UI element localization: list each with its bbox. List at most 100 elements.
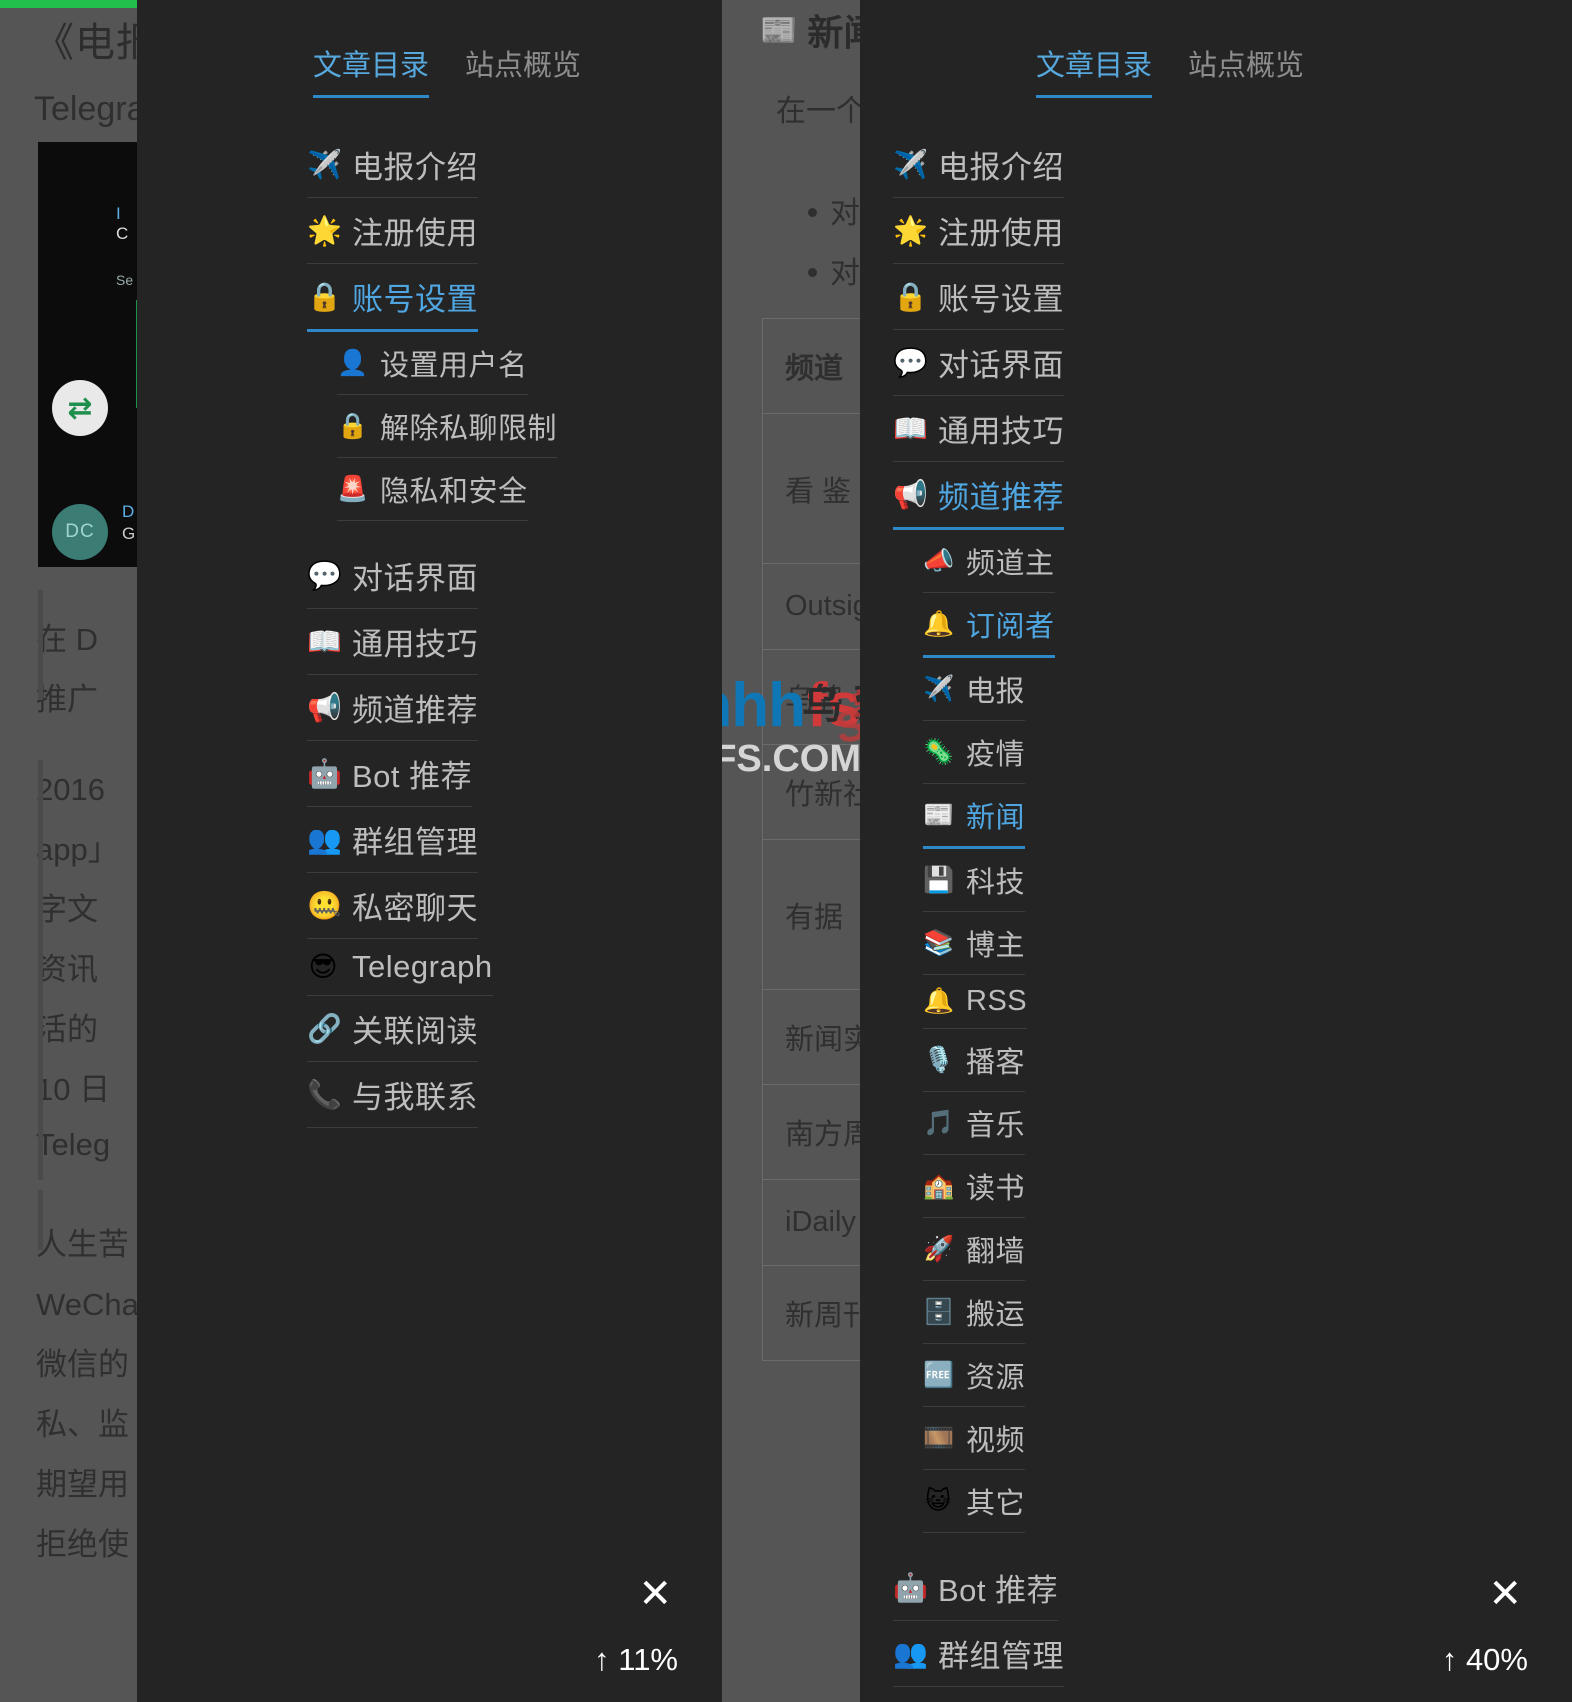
airplane-icon: ✈️ [307,148,342,180]
toc-item-glowing-star-icon[interactable]: 🌟 注册使用 [893,202,1064,264]
background-table-cell: 新闻实 [762,989,872,1085]
toc-item-free-button-icon[interactable]: 🆓 资源 [923,1348,1026,1407]
toc-item-rocket-icon[interactable]: 🚀 翻墙 [923,1222,1026,1281]
background-table-row: 新周刊 [762,1265,872,1361]
toc-item-label: 群组管理 [938,1639,1064,1674]
close-icon[interactable]: ✕ [1482,1570,1528,1618]
toc-item-grinning-cat-icon[interactable]: 😺 其它 [923,1474,1026,1533]
rocket-icon: 🚀 [923,1234,955,1263]
loudspeaker-icon: 📢 [307,691,342,723]
toc-item-label: 订阅者 [966,611,1055,643]
toc-item-busts-in-silhouette-icon[interactable]: 👥 群组管理 [307,811,478,873]
toc-item-airplane-icon[interactable]: ✈️ 电报介绍 [893,136,1064,198]
toc-item-bust-in-silhouette-icon[interactable]: 👤 设置用户名 [337,336,528,395]
toc-item-open-book-icon[interactable]: 📖 通用技巧 [893,400,1064,462]
toc-item-label: Telegraph [352,949,493,984]
toc-item-open-book-icon[interactable]: 📖 通用技巧 [307,613,478,675]
speech-balloon-icon: 💬 [307,559,342,591]
scroll-percent-left[interactable]: ↑ 11% [594,1642,678,1678]
microbe-icon: 🦠 [923,737,955,766]
toc-item-zipper-mouth-face-icon[interactable]: 🤐私密聊天 [893,1691,1064,1702]
toc-item-sunglasses-face-icon[interactable]: 😎 Telegraph [307,943,493,996]
toc-tab-1[interactable]: 站点概览 [1188,42,1304,98]
toc-item-link-icon[interactable]: 🔗 关联阅读 [307,1000,478,1062]
bust-in-silhouette-icon: 👤 [337,348,369,377]
toc-item-label: 私密聊天 [938,1697,1064,1702]
toc-tab-1[interactable]: 站点概览 [465,42,581,98]
toc-item-police-light-icon[interactable]: 🚨 隐私和安全 [337,462,528,521]
toc-item-robot-icon[interactable]: 🤖 Bot 推荐 [307,745,473,807]
toc-tab-0[interactable]: 文章目录 [1036,42,1153,98]
toc-item-newspaper-icon[interactable]: 📰 新闻 [923,788,1026,849]
toc-item-bell-icon[interactable]: 🔔 订阅者 [923,597,1055,658]
toc-item-microbe-icon[interactable]: 🦠 疫情 [923,725,1026,784]
toc-item-studio-microphone-icon[interactable]: 🎙️ 播客 [923,1033,1026,1092]
background-text-line: 期望用 [36,1467,129,1502]
background-blockquote-rule [38,1190,43,1250]
background-blockquote-rule [38,590,43,700]
background-text-line: 10 日 [36,1072,111,1107]
toc-item-speech-balloon-icon[interactable]: 💬 对话界面 [893,334,1064,396]
background-text-line: 微信的 [36,1347,129,1382]
embedded-avatar-icon: ⇄ [52,380,108,436]
toc-item-lock-icon[interactable]: 🔒 账号设置 [893,268,1064,330]
toc-item-lock-icon[interactable]: 🔒 账号设置 [307,268,478,332]
background-bullet [808,268,817,277]
background-table-row: iDaily [762,1179,872,1266]
toc-item-label: 群组管理 [352,825,478,860]
toc-item-label: 关联阅读 [352,1014,478,1049]
toc-item-floppy-disk-icon[interactable]: 💾 科技 [923,853,1026,912]
toc-item-glowing-star-icon[interactable]: 🌟 注册使用 [307,202,478,264]
toc-item-label: 频道主 [966,548,1055,580]
toc-item-lock-icon[interactable]: 🔒 解除私聊限制 [337,399,558,458]
toc-item-speech-balloon-icon[interactable]: 💬 对话界面 [307,547,478,609]
toc-item-film-frames-icon[interactable]: 🎞️ 视频 [923,1411,1026,1470]
toc-item-label: 其它 [966,1488,1026,1520]
toc-footer-left: ✕ ↑ 11% [594,1570,722,1702]
toc-item-file-cabinet-icon[interactable]: 🗄️ 搬运 [923,1285,1026,1344]
background-text-line: 资讯 [36,952,98,987]
background-text-line: WeCha [36,1287,139,1322]
toc-item-musical-note-icon[interactable]: 🎵 音乐 [923,1096,1026,1155]
toc-item-label: 通用技巧 [352,627,478,662]
toc-item-school-icon[interactable]: 🏫 读书 [923,1159,1026,1218]
zipper-mouth-face-icon: 🤐 [307,889,342,921]
background-text-line: 活的 [36,1012,98,1047]
toc-item-label: 疫情 [966,739,1026,771]
background-text-line: 在 D [36,622,98,657]
airplane-icon: ✈️ [923,674,955,703]
toc-item-label: 通用技巧 [938,414,1064,449]
toc-item-label: 电报介绍 [938,150,1064,185]
scroll-percent-right[interactable]: ↑ 40% [1442,1642,1528,1678]
toc-item-label: 注册使用 [938,216,1064,251]
background-text-line: 字文 [36,892,98,927]
toc-item-zipper-mouth-face-icon[interactable]: 🤐私密聊天 [307,877,478,939]
toc-item-bell-icon[interactable]: 🔔 RSS [923,979,1028,1029]
toc-item-megaphone-icon[interactable]: 📣 频道主 [923,534,1055,593]
background-table-row: 乌鸦 [762,649,872,745]
toc-item-loudspeaker-icon[interactable]: 📢 频道推荐 [893,466,1064,530]
toc-item-loudspeaker-icon[interactable]: 📢 频道推荐 [307,679,478,741]
toc-item-airplane-icon[interactable]: ✈️ 电报介绍 [307,136,478,198]
background-text-line: app」 [36,832,119,867]
toc-item-robot-icon[interactable]: 🤖 Bot 推荐 [893,1559,1059,1621]
screenshot-root: 《电报 Telegra I C Se ⇄ DC D G 在 D 推广 2016 app… [0,0,1572,1702]
toc-item-label: 隐私和安全 [380,476,528,508]
bell-icon: 🔔 [923,987,955,1015]
loudspeaker-icon: 📢 [893,478,928,510]
toc-group-separator [307,525,722,547]
toc-item-telephone-receiver-icon[interactable]: 📞 与我联系 [307,1066,478,1128]
school-icon: 🏫 [923,1171,955,1200]
lock-icon: 🔒 [893,280,928,312]
background-text-line: 推广 [36,682,98,717]
books-icon: 📚 [923,928,955,957]
background-table-cell: 有据 [762,839,872,990]
toc-item-books-icon[interactable]: 📚 博主 [923,916,1026,975]
airplane-icon: ✈️ [893,148,928,180]
toc-item-airplane-icon[interactable]: ✈️ 电报 [923,662,1026,721]
toc-tab-0[interactable]: 文章目录 [313,42,430,98]
embedded-title-line2: C [116,224,129,243]
toc-item-busts-in-silhouette-icon[interactable]: 👥 群组管理 [893,1625,1064,1687]
close-icon[interactable]: ✕ [632,1570,678,1618]
robot-icon: 🤖 [893,1571,928,1603]
